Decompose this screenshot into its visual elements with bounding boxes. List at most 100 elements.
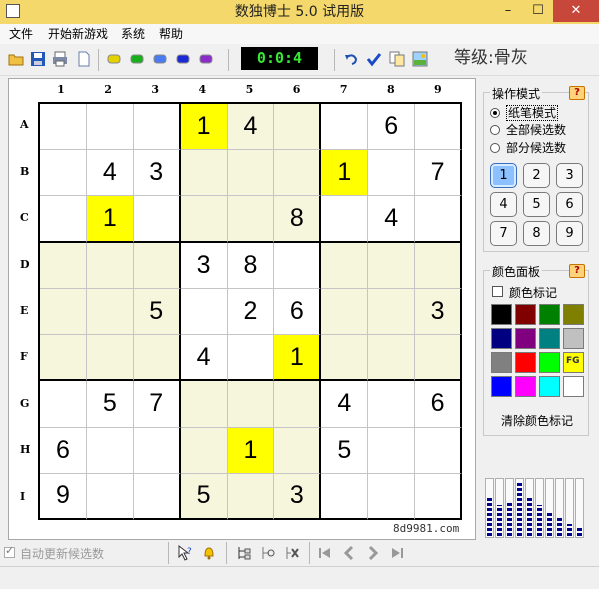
sudoku-cell[interactable]: 6 xyxy=(415,381,462,428)
sudoku-cell[interactable] xyxy=(86,427,134,474)
digit-button[interactable]: 1 xyxy=(490,163,517,188)
sudoku-cell[interactable]: 5 xyxy=(133,288,181,336)
clear-color-marks-button[interactable]: 清除颜色标记 xyxy=(501,412,573,429)
sudoku-cell[interactable] xyxy=(180,427,228,474)
sudoku-cell[interactable] xyxy=(133,473,181,520)
sudoku-cell[interactable] xyxy=(133,104,181,151)
sudoku-cell[interactable] xyxy=(40,196,87,243)
sudoku-cell[interactable] xyxy=(415,473,462,520)
color-help-button[interactable]: ? xyxy=(569,264,585,278)
sudoku-cell[interactable] xyxy=(415,104,462,151)
sudoku-cell[interactable] xyxy=(368,335,416,382)
color-swatch[interactable] xyxy=(539,328,560,349)
sudoku-cell[interactable] xyxy=(368,150,416,197)
sudoku-cell[interactable]: 7 xyxy=(133,381,181,428)
sudoku-cell[interactable] xyxy=(180,150,228,197)
sudoku-cell[interactable]: 1 xyxy=(321,150,369,197)
color-swatch[interactable] xyxy=(563,376,584,397)
print-icon[interactable] xyxy=(52,51,68,67)
sudoku-cell[interactable]: 4 xyxy=(368,196,416,243)
auto-update-checkbox[interactable] xyxy=(4,544,15,558)
undo-icon[interactable] xyxy=(343,51,359,67)
sudoku-cell[interactable]: 3 xyxy=(133,150,181,197)
digit-button[interactable]: 9 xyxy=(556,221,583,246)
sudoku-cell[interactable] xyxy=(227,381,275,428)
tree-link-icon[interactable] xyxy=(260,545,276,561)
digit-button[interactable]: 4 xyxy=(490,192,517,217)
tree-expand-icon[interactable] xyxy=(236,545,252,561)
sudoku-cell[interactable] xyxy=(321,242,369,289)
sudoku-cell[interactable] xyxy=(133,242,181,289)
sudoku-cell[interactable]: 3 xyxy=(415,288,462,336)
purple-color-icon[interactable] xyxy=(198,51,214,67)
color-swatch[interactable] xyxy=(539,376,560,397)
minimize-button[interactable]: – xyxy=(493,0,523,22)
color-swatch[interactable] xyxy=(539,352,560,373)
sudoku-cell[interactable] xyxy=(321,196,369,243)
sudoku-cell[interactable] xyxy=(40,242,87,289)
sudoku-cell[interactable]: 6 xyxy=(368,104,416,151)
menu-help[interactable]: 帮助 xyxy=(159,26,183,42)
sudoku-cell[interactable] xyxy=(180,288,228,336)
hint-icon[interactable]: ? xyxy=(177,545,193,561)
sudoku-cell[interactable] xyxy=(321,288,369,336)
sudoku-cell[interactable] xyxy=(227,473,275,520)
new-document-icon[interactable] xyxy=(76,51,92,67)
color-swatch[interactable] xyxy=(563,328,584,349)
sudoku-cell[interactable] xyxy=(180,381,228,428)
mode-option-pencil[interactable]: 纸笔模式 xyxy=(490,105,559,121)
color-swatch[interactable] xyxy=(539,304,560,325)
sudoku-cell[interactable] xyxy=(415,242,462,289)
sudoku-cell[interactable] xyxy=(40,335,87,382)
sudoku-cell[interactable] xyxy=(368,242,416,289)
sudoku-cell[interactable] xyxy=(86,288,134,336)
next-step-icon[interactable] xyxy=(365,545,381,561)
sudoku-cell[interactable] xyxy=(321,104,369,151)
digit-button[interactable]: 8 xyxy=(523,221,550,246)
digit-button[interactable]: 6 xyxy=(556,192,583,217)
sudoku-cell[interactable]: 7 xyxy=(415,150,462,197)
sudoku-cell[interactable] xyxy=(321,473,369,520)
blue-color-icon[interactable] xyxy=(175,51,191,67)
color-swatch[interactable] xyxy=(491,328,512,349)
save-icon[interactable] xyxy=(30,51,46,67)
digit-button[interactable]: 2 xyxy=(523,163,550,188)
yellow-color-icon[interactable] xyxy=(106,51,122,67)
color-swatch[interactable]: FG xyxy=(563,352,584,373)
sudoku-cell[interactable] xyxy=(40,150,87,197)
sudoku-cell[interactable] xyxy=(227,196,275,243)
color-swatch[interactable] xyxy=(515,304,536,325)
copy-icon[interactable] xyxy=(389,51,405,67)
sudoku-cell[interactable] xyxy=(40,288,87,336)
sudoku-cell[interactable] xyxy=(86,104,134,151)
mode-option-all-candidates[interactable]: 全部候选数 xyxy=(490,123,566,137)
green-color-icon[interactable] xyxy=(129,51,145,67)
color-mark-checkbox[interactable] xyxy=(492,286,503,297)
sudoku-cell[interactable]: 8 xyxy=(274,196,322,243)
sudoku-cell[interactable] xyxy=(415,335,462,382)
sudoku-cell[interactable]: 5 xyxy=(180,473,228,520)
sudoku-cell[interactable] xyxy=(133,335,181,382)
sudoku-cell[interactable] xyxy=(274,150,322,197)
previous-step-icon[interactable] xyxy=(341,545,357,561)
sudoku-cell[interactable]: 6 xyxy=(40,427,87,474)
sudoku-cell[interactable] xyxy=(227,335,275,382)
lightblue-color-icon[interactable] xyxy=(152,51,168,67)
digit-button[interactable]: 7 xyxy=(490,221,517,246)
sudoku-cell[interactable]: 4 xyxy=(321,381,369,428)
color-swatch[interactable] xyxy=(515,328,536,349)
menu-file[interactable]: 文件 xyxy=(9,26,33,42)
mode-option-partial-candidates[interactable]: 部分候选数 xyxy=(490,141,566,155)
sudoku-cell[interactable]: 1 xyxy=(180,104,228,151)
sudoku-cell[interactable] xyxy=(368,473,416,520)
sudoku-cell[interactable]: 6 xyxy=(274,288,322,336)
picture-icon[interactable] xyxy=(412,51,428,67)
sudoku-cell[interactable]: 3 xyxy=(274,473,322,520)
sudoku-cell[interactable] xyxy=(40,104,87,151)
sudoku-cell[interactable]: 4 xyxy=(227,104,275,151)
color-swatch[interactable] xyxy=(491,304,512,325)
sudoku-cell[interactable] xyxy=(274,381,322,428)
sudoku-cell[interactable] xyxy=(274,104,322,151)
sudoku-cell[interactable] xyxy=(274,427,322,474)
bell-icon[interactable] xyxy=(201,545,217,561)
